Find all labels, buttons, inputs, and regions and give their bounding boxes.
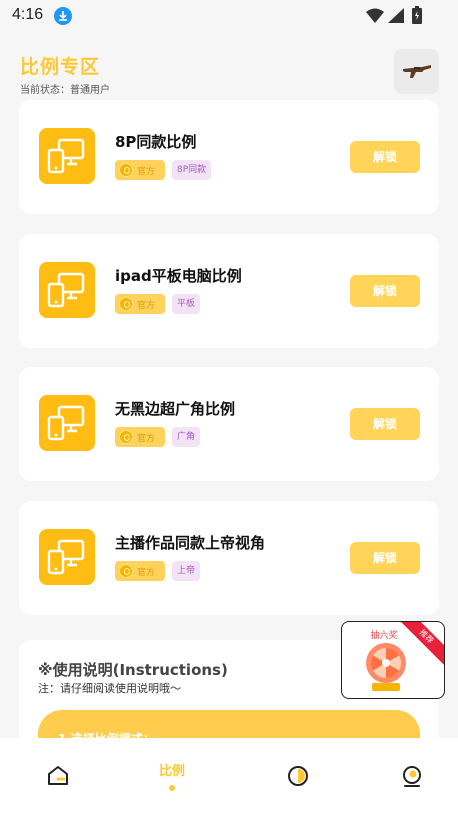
- chart-icon: [288, 766, 308, 786]
- type-tag: 上帝: [172, 561, 201, 581]
- official-tag: 官方: [115, 561, 165, 581]
- official-tag: 官方: [115, 160, 165, 180]
- card-title: 无黑边超广角比例: [115, 400, 236, 418]
- status-bar: 4:16: [0, 0, 458, 32]
- type-tag: 平板: [172, 294, 201, 314]
- instructions-title: ※使用说明(Instructions): [38, 661, 228, 679]
- unlock-button[interactable]: 解锁: [350, 141, 420, 173]
- card-title: ipad平板电脑比例: [115, 267, 242, 285]
- official-tag: 官方: [115, 294, 165, 314]
- devices-icon: [39, 262, 95, 318]
- ratio-card-ipad: ipad平板电脑比例 官方 平板 解锁: [19, 234, 439, 348]
- medal-icon: [119, 297, 133, 311]
- type-tag: 8P同款: [172, 160, 212, 180]
- battery-icon: [412, 6, 422, 24]
- download-icon: [54, 7, 72, 25]
- page-title: 比例专区: [20, 56, 101, 78]
- unlock-button[interactable]: 解锁: [350, 275, 420, 307]
- nav-profile[interactable]: [372, 738, 452, 814]
- wifi-icon: [366, 8, 384, 23]
- card-title: 8P同款比例: [115, 133, 197, 151]
- type-tag: 广角: [172, 427, 201, 447]
- devices-icon: [39, 395, 95, 451]
- rifle-icon: [403, 65, 431, 78]
- prize-wheel-icon: [366, 643, 406, 691]
- official-tag: 官方: [115, 427, 165, 447]
- user-status: 当前状态：普通用户: [20, 85, 110, 96]
- unlock-button[interactable]: 解锁: [350, 542, 420, 574]
- medal-icon: [119, 564, 133, 578]
- weapon-button[interactable]: [394, 49, 439, 94]
- active-indicator: [169, 785, 175, 791]
- unlock-button[interactable]: 解锁: [350, 408, 420, 440]
- medal-icon: [119, 163, 133, 177]
- profile-icon: [403, 766, 421, 787]
- nav-ratio-label: 比例: [158, 764, 185, 779]
- prize-wheel-widget[interactable]: 抽六奖 推荐: [341, 621, 445, 699]
- status-time: 4:16: [12, 6, 44, 23]
- card-title: 主播作品同款上帝视角: [115, 534, 266, 552]
- ratio-card-wide: 无黑边超广角比例 官方 广角 解锁: [19, 367, 439, 481]
- devices-icon: [39, 128, 95, 184]
- home-icon: [48, 766, 68, 785]
- nav-stats[interactable]: [258, 738, 338, 814]
- ratio-card-8p: 8P同款比例 官方 8P同款 解锁: [19, 100, 439, 214]
- bottom-nav: 比例: [0, 738, 458, 814]
- nav-home[interactable]: [18, 738, 98, 814]
- devices-icon: [39, 529, 95, 585]
- ratio-card-god-view: 主播作品同款上帝视角 官方 上帝 解锁: [19, 501, 439, 615]
- signal-icon: [388, 8, 404, 23]
- medal-icon: [119, 430, 133, 444]
- instructions-note: 注：请仔细阅读使用说明哦～: [38, 682, 181, 695]
- nav-ratio[interactable]: 比例: [132, 738, 212, 814]
